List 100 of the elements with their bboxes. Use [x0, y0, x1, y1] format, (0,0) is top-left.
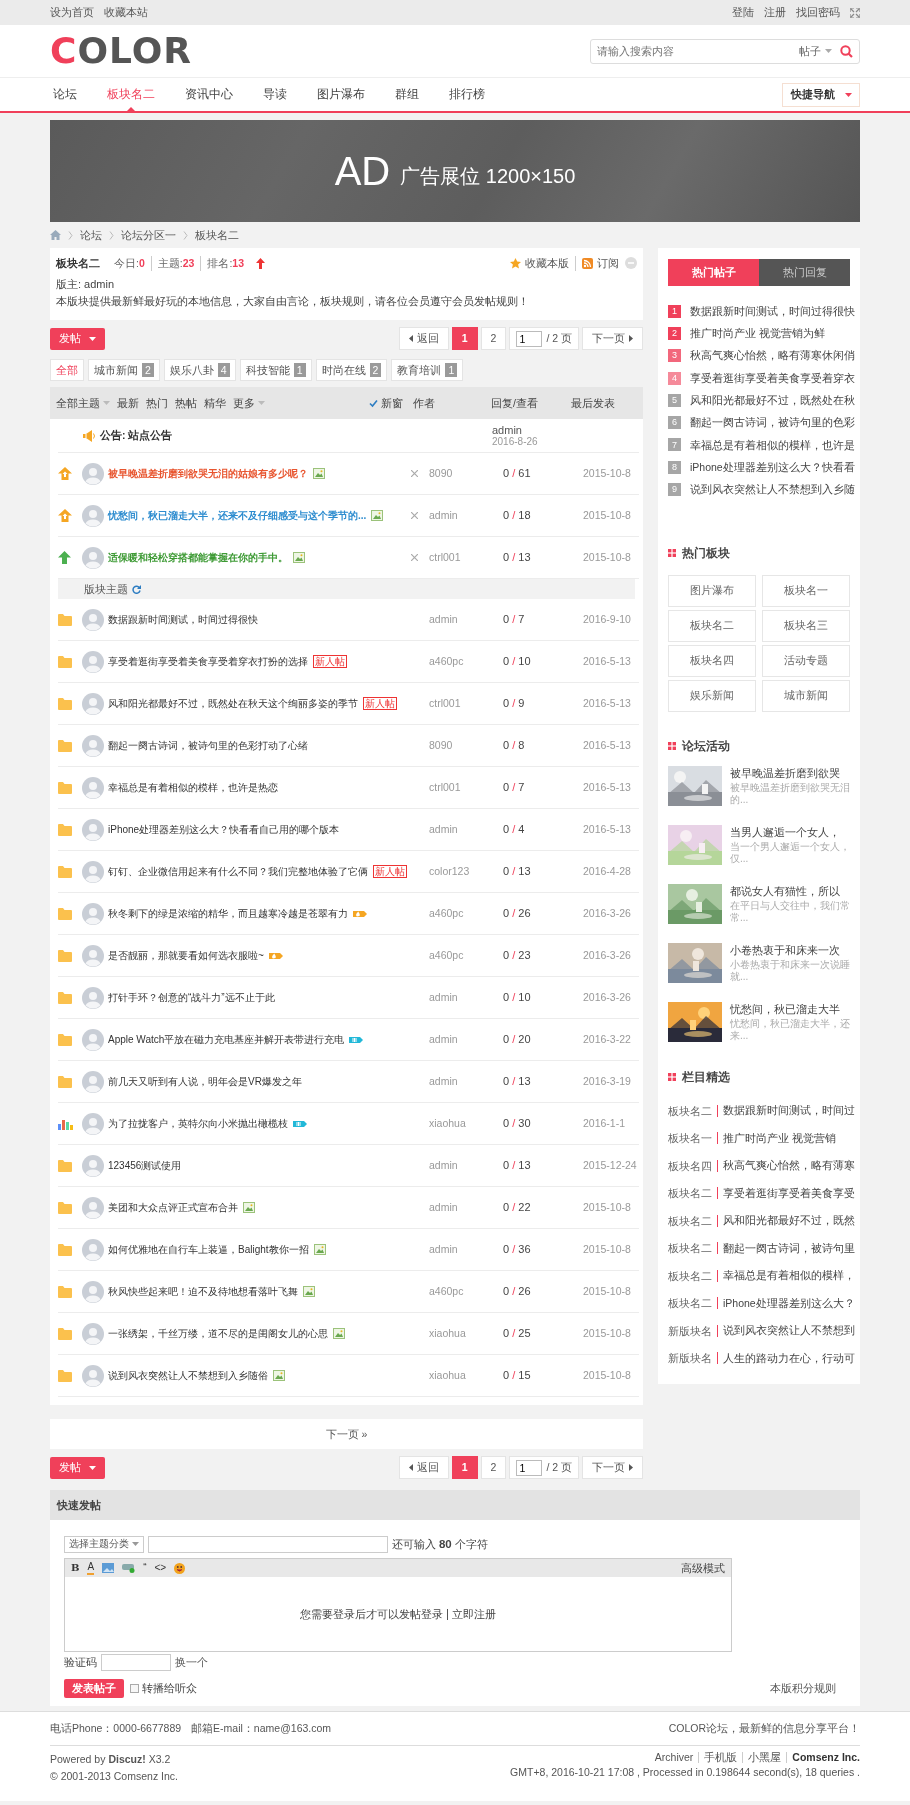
board-link[interactable]: 活动专题 [762, 644, 850, 677]
sort-link[interactable]: 热帖 [175, 395, 197, 411]
font-color-button[interactable]: A [87, 1561, 95, 1575]
avatar[interactable] [82, 546, 104, 569]
image-icon[interactable] [102, 1563, 115, 1573]
avatar[interactable] [82, 902, 104, 925]
avatar[interactable] [82, 1112, 104, 1135]
hot-post-link[interactable]: 风和阳光都最好不过，既然处在秋 [690, 393, 855, 408]
logo[interactable]: COLOR [50, 33, 192, 69]
folder-icon[interactable] [58, 991, 72, 1004]
nav-tab[interactable]: 导读 [260, 78, 290, 111]
back-button[interactable]: 返回 [398, 327, 449, 350]
avatar[interactable] [82, 504, 104, 527]
search-button[interactable] [838, 42, 855, 60]
folder-icon[interactable] [58, 907, 72, 920]
top-link[interactable]: 找回密码 [796, 5, 840, 20]
thread-title[interactable]: Apple Watch平放在磁力充电基座并解开表带进行充电 [108, 1032, 345, 1047]
board-link[interactable]: 板块名二 [668, 1269, 718, 1282]
board-link[interactable]: 板块名四 [668, 1159, 718, 1172]
top-link[interactable]: 登陆 [732, 5, 754, 20]
quote-button[interactable]: “ [143, 1562, 147, 1574]
thread-title[interactable]: 幸福总是有着相似的模样，也许是热恋 [108, 780, 278, 795]
smiley-icon[interactable] [174, 1562, 186, 1574]
thread-title[interactable]: 美团和大众点评正式宣布合并 [108, 1200, 238, 1215]
avatar[interactable] [82, 776, 104, 799]
scope-dropdown[interactable]: 帖子 [799, 43, 832, 59]
top-link[interactable]: 收藏本站 [104, 5, 148, 20]
thread-title[interactable]: 被早晚温差折磨到欲哭无泪的姑娘有多少呢？ [108, 466, 308, 481]
folder-icon[interactable] [58, 739, 72, 752]
sort-link[interactable]: 最新 [117, 395, 139, 411]
subscribe-link[interactable]: 订阅 [575, 256, 619, 271]
board-link[interactable]: 板块名一 [668, 1132, 718, 1145]
post-link[interactable]: iPhone处理器差别这么大？ [723, 1295, 855, 1311]
nav-tab[interactable]: 群组 [392, 78, 422, 111]
sort-link[interactable]: 热门 [146, 395, 168, 411]
thread-title[interactable]: 前几天又听到有人说，明年会是VR爆发之年 [108, 1074, 302, 1089]
folder-icon[interactable] [58, 613, 72, 626]
next-page-link[interactable]: 下一页 » [325, 1426, 368, 1442]
avatar[interactable] [82, 462, 104, 485]
close-icon[interactable] [410, 554, 418, 561]
nav-tab[interactable]: 资讯中心 [182, 78, 236, 111]
activity-title[interactable]: 小卷热衷于和床来一次 [730, 942, 850, 958]
board-link[interactable]: 板块名一 [762, 574, 850, 607]
post-link[interactable]: 翻起一阕古诗词，被诗句里 [723, 1240, 855, 1256]
folder-icon[interactable] [58, 1285, 72, 1298]
login-link[interactable]: 登录 [421, 1606, 443, 1622]
hot-post-link[interactable]: 幸福总是有着相似的模样，也许是 [690, 437, 855, 453]
hot-post-link[interactable]: 推广时尚产业 视觉营销为鲜 [690, 326, 825, 341]
thread-title[interactable]: 忧愁间，秋已溜走大半，还来不及仔细感受与这个季节的... [108, 508, 367, 523]
close-icon[interactable] [410, 512, 418, 519]
hot-post-link[interactable]: 数据跟新时间测试，时间过得很快 [690, 303, 855, 319]
breadcrumb-link[interactable]: 论坛 [80, 227, 102, 243]
page-button[interactable]: 2 [480, 327, 507, 350]
folder-icon[interactable] [58, 949, 72, 962]
refresh-icon[interactable] [132, 584, 141, 594]
folder-icon[interactable] [58, 1201, 72, 1214]
nav-tab[interactable]: 图片瀑布 [314, 78, 368, 111]
post-button[interactable]: 发帖 [50, 1456, 105, 1479]
expand-icon[interactable] [850, 7, 860, 18]
folder-icon[interactable] [58, 697, 72, 710]
announcement-title[interactable]: 公告: 站点公告 [96, 428, 489, 443]
thread-title[interactable]: 说到风衣突然让人不禁想到入乡随俗 [108, 1368, 268, 1383]
activity-title[interactable]: 忧愁间，秋已溜走大半 [730, 1001, 850, 1017]
filter-tab[interactable]: 教育培训 1 [391, 359, 464, 381]
avatar[interactable] [82, 818, 104, 841]
thread-title[interactable]: 打针手环？创意的“战斗力”远不止于此 [108, 990, 275, 1005]
more-dropdown[interactable]: 更多 [233, 395, 265, 411]
board-link[interactable]: 图片瀑布 [668, 574, 756, 607]
page-button[interactable]: 1 [451, 1456, 478, 1479]
avatar[interactable] [82, 860, 104, 883]
avatar[interactable] [82, 1028, 104, 1051]
title-field[interactable] [148, 1535, 388, 1553]
avatar[interactable] [82, 1196, 104, 1219]
bar-chart-icon[interactable] [58, 1117, 74, 1130]
breadcrumb-link[interactable]: 论坛分区一 [121, 227, 176, 243]
folder-icon[interactable] [58, 823, 72, 836]
folder-icon[interactable] [58, 1075, 72, 1088]
search-bar[interactable]: 请输入搜索内容 帖子 [590, 38, 860, 64]
nav-tab[interactable]: 论坛 [50, 78, 80, 111]
activity-title[interactable]: 当男人邂逅一个女人， [730, 824, 850, 840]
thread-title[interactable]: 123456测试使用 [108, 1158, 182, 1173]
activity-title[interactable]: 都说女人有猫性，所以 [730, 883, 850, 899]
thread-title[interactable]: iPhone处理器差别这么大？快看看自己用的哪个版本 [108, 822, 340, 837]
thread-title[interactable]: 是否靓丽，那就要看如何选衣服啦~ [108, 948, 264, 963]
board-link[interactable]: 娱乐新闻 [668, 679, 756, 712]
folder-icon[interactable] [58, 781, 72, 794]
quick-nav-button[interactable]: 快捷导航 [782, 82, 860, 107]
avatar[interactable] [82, 1364, 104, 1387]
board-link[interactable]: 板块名二 [668, 1297, 718, 1310]
close-icon[interactable] [410, 470, 418, 477]
post-link[interactable]: 说到风衣突然让人不禁想到 [723, 1323, 855, 1339]
thread-title[interactable]: 为了拉拢客户，英特尔向小米抛出橄榄枝 [108, 1116, 288, 1131]
board-link[interactable]: 板块名四 [668, 644, 756, 677]
folder-icon[interactable] [58, 1243, 72, 1256]
thread-title[interactable]: 适保暖和轻松穿搭都能掌握在你的手中。 [108, 550, 288, 565]
folder-icon[interactable] [58, 1033, 72, 1046]
board-link[interactable]: 板块名二 [668, 1187, 718, 1200]
hot-post-link[interactable]: 秋高气爽心怡然，略有薄寒休闲俏 [690, 348, 855, 364]
folder-icon[interactable] [58, 655, 72, 668]
bold-button[interactable]: B [71, 1562, 80, 1574]
